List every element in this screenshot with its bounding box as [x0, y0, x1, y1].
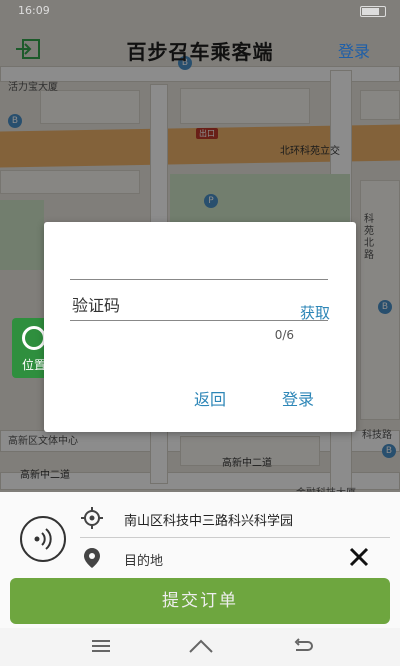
location-pin-icon	[80, 546, 104, 570]
back-icon[interactable]	[292, 636, 314, 656]
phone-field[interactable]	[70, 244, 328, 280]
origin-address: 南山区科技中三路科兴科学园	[124, 514, 294, 529]
login-button[interactable]: 登录	[282, 386, 314, 410]
status-bar: 16:09	[0, 0, 400, 22]
destination-input[interactable]: 目的地	[124, 550, 163, 569]
app-header: 百步召车乘客端 登录	[0, 24, 400, 74]
locate-icon	[22, 326, 46, 350]
verification-code-input[interactable]: 验证码	[72, 292, 120, 316]
login-dialog: 验证码 获取 0/6 返回 登录	[44, 222, 356, 432]
origin-row[interactable]: 南山区科技中三路科兴科学园	[80, 498, 390, 538]
destination-row[interactable]: 目的地	[80, 538, 390, 578]
sound-wave-icon	[34, 528, 52, 550]
close-icon[interactable]	[346, 544, 372, 570]
code-counter: 0/6	[274, 328, 294, 342]
system-nav-bar	[0, 628, 400, 666]
battery-icon	[360, 6, 386, 17]
submit-order-button[interactable]: 提交订单	[10, 578, 390, 624]
input-underline	[70, 320, 328, 321]
menu-icon[interactable]	[90, 636, 112, 656]
status-time: 16:09	[18, 4, 50, 17]
header-login-button[interactable]: 登录	[338, 38, 370, 62]
target-icon	[80, 506, 104, 530]
voice-button[interactable]	[20, 516, 66, 562]
home-icon[interactable]	[188, 636, 214, 656]
get-code-button[interactable]: 获取	[300, 302, 330, 323]
back-button[interactable]: 返回	[194, 386, 226, 410]
